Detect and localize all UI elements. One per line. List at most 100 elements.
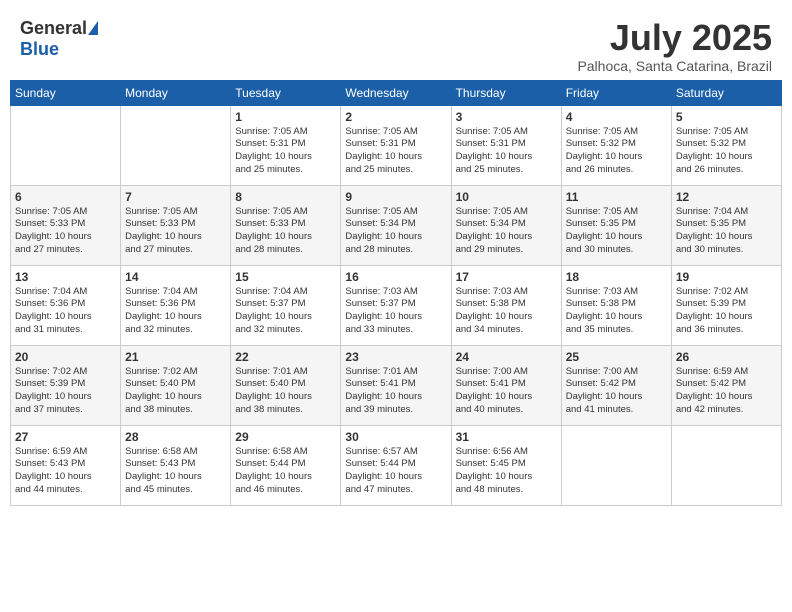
calendar-cell: 27Sunrise: 6:59 AM Sunset: 5:43 PM Dayli…: [11, 425, 121, 505]
calendar-cell: 5 Sunrise: 7:05 AM Sunset: 5:32 PM Daylig…: [671, 105, 781, 185]
day-info: Sunrise: 7:03 AM Sunset: 5:37 PM Dayligh…: [345, 286, 446, 337]
day-info: Sunrise: 7:04 AM Sunset: 5:36 PM Dayligh…: [15, 286, 116, 337]
calendar-cell: 14 Sunrise: 7:04 AM Sunset: 5:36 PM Dayli…: [121, 265, 231, 345]
day-info: Sunrise: 7:05 AM Sunset: 5:31 PM Dayligh…: [235, 126, 336, 177]
day-info: Sunrise: 7:05 AM Sunset: 5:33 PM Dayligh…: [125, 206, 226, 257]
day-number: 21: [125, 350, 226, 364]
calendar-cell: 13 Sunrise: 7:04 AM Sunset: 5:36 PM Dayli…: [11, 265, 121, 345]
day-info: Sunrise: 7:05 AM Sunset: 5:33 PM Dayligh…: [235, 206, 336, 257]
day-info: Sunrise: 7:00 AM Sunset: 5:41 PM Dayligh…: [456, 366, 557, 417]
day-info: Sunrise: 7:05 AM Sunset: 5:31 PM Dayligh…: [456, 126, 557, 177]
weekday-header-row: SundayMondayTuesdayWednesdayThursdayFrid…: [11, 80, 782, 105]
day-info: Sunrise: 6:59 AM Sunset: 5:42 PM Dayligh…: [676, 366, 777, 417]
day-info: Sunrise: 7:01 AM Sunset: 5:40 PM Dayligh…: [235, 366, 336, 417]
day-info: Sunrise: 7:04 AM Sunset: 5:37 PM Dayligh…: [235, 286, 336, 337]
day-info: Sunrise: 7:02 AM Sunset: 5:40 PM Dayligh…: [125, 366, 226, 417]
day-info: Sunrise: 7:05 AM Sunset: 5:34 PM Dayligh…: [345, 206, 446, 257]
calendar-cell: 10 Sunrise: 7:05 AM Sunset: 5:34 PM Dayli…: [451, 185, 561, 265]
day-number: 19: [676, 270, 777, 284]
calendar-cell: 17Sunrise: 7:03 AM Sunset: 5:38 PM Dayli…: [451, 265, 561, 345]
week-row-3: 13 Sunrise: 7:04 AM Sunset: 5:36 PM Dayli…: [11, 265, 782, 345]
day-number: 4: [566, 110, 667, 124]
calendar-cell: [121, 105, 231, 185]
day-number: 8: [235, 190, 336, 204]
day-number: 23: [345, 350, 446, 364]
logo: General Blue: [20, 18, 98, 60]
day-info: Sunrise: 7:00 AM Sunset: 5:42 PM Dayligh…: [566, 366, 667, 417]
day-number: 26: [676, 350, 777, 364]
calendar-cell: 19 Sunrise: 7:02 AM Sunset: 5:39 PM Dayli…: [671, 265, 781, 345]
day-number: 16: [345, 270, 446, 284]
weekday-header-saturday: Saturday: [671, 80, 781, 105]
day-number: 3: [456, 110, 557, 124]
day-info: Sunrise: 6:58 AM Sunset: 5:44 PM Dayligh…: [235, 446, 336, 497]
day-number: 1: [235, 110, 336, 124]
day-info: Sunrise: 7:02 AM Sunset: 5:39 PM Dayligh…: [15, 366, 116, 417]
day-info: Sunrise: 6:58 AM Sunset: 5:43 PM Dayligh…: [125, 446, 226, 497]
weekday-header-monday: Monday: [121, 80, 231, 105]
calendar-cell: [671, 425, 781, 505]
calendar-table: SundayMondayTuesdayWednesdayThursdayFrid…: [10, 80, 782, 506]
weekday-header-friday: Friday: [561, 80, 671, 105]
calendar-cell: 23Sunrise: 7:01 AM Sunset: 5:41 PM Dayli…: [341, 345, 451, 425]
weekday-header-thursday: Thursday: [451, 80, 561, 105]
location-title: Palhoca, Santa Catarina, Brazil: [577, 58, 772, 74]
logo-blue-text: Blue: [20, 39, 59, 59]
day-number: 11: [566, 190, 667, 204]
day-number: 10: [456, 190, 557, 204]
calendar-cell: 11 Sunrise: 7:05 AM Sunset: 5:35 PM Dayli…: [561, 185, 671, 265]
calendar-cell: 12 Sunrise: 7:04 AM Sunset: 5:35 PM Dayli…: [671, 185, 781, 265]
calendar-cell: 21 Sunrise: 7:02 AM Sunset: 5:40 PM Dayli…: [121, 345, 231, 425]
calendar-cell: 26 Sunrise: 6:59 AM Sunset: 5:42 PM Dayli…: [671, 345, 781, 425]
week-row-4: 20Sunrise: 7:02 AM Sunset: 5:39 PM Dayli…: [11, 345, 782, 425]
day-number: 22: [235, 350, 336, 364]
day-info: Sunrise: 6:57 AM Sunset: 5:44 PM Dayligh…: [345, 446, 446, 497]
day-info: Sunrise: 7:05 AM Sunset: 5:32 PM Dayligh…: [676, 126, 777, 177]
week-row-1: 1 Sunrise: 7:05 AM Sunset: 5:31 PM Daylig…: [11, 105, 782, 185]
day-number: 29: [235, 430, 336, 444]
calendar-cell: 28 Sunrise: 6:58 AM Sunset: 5:43 PM Dayli…: [121, 425, 231, 505]
calendar-cell: 6 Sunrise: 7:05 AM Sunset: 5:33 PM Daylig…: [11, 185, 121, 265]
day-number: 2: [345, 110, 446, 124]
day-info: Sunrise: 7:05 AM Sunset: 5:32 PM Dayligh…: [566, 126, 667, 177]
weekday-header-sunday: Sunday: [11, 80, 121, 105]
day-info: Sunrise: 7:04 AM Sunset: 5:35 PM Dayligh…: [676, 206, 777, 257]
calendar-cell: 16 Sunrise: 7:03 AM Sunset: 5:37 PM Dayli…: [341, 265, 451, 345]
calendar-cell: 25Sunrise: 7:00 AM Sunset: 5:42 PM Dayli…: [561, 345, 671, 425]
day-number: 12: [676, 190, 777, 204]
day-number: 31: [456, 430, 557, 444]
day-info: Sunrise: 6:59 AM Sunset: 5:43 PM Dayligh…: [15, 446, 116, 497]
day-info: Sunrise: 7:03 AM Sunset: 5:38 PM Dayligh…: [566, 286, 667, 337]
day-info: Sunrise: 7:05 AM Sunset: 5:33 PM Dayligh…: [15, 206, 116, 257]
day-number: 13: [15, 270, 116, 284]
day-info: Sunrise: 7:03 AM Sunset: 5:38 PM Dayligh…: [456, 286, 557, 337]
calendar-cell: 29 Sunrise: 6:58 AM Sunset: 5:44 PM Dayli…: [231, 425, 341, 505]
day-number: 7: [125, 190, 226, 204]
title-block: July 2025 Palhoca, Santa Catarina, Brazi…: [577, 18, 772, 74]
calendar-cell: 15Sunrise: 7:04 AM Sunset: 5:37 PM Dayli…: [231, 265, 341, 345]
day-info: Sunrise: 7:04 AM Sunset: 5:36 PM Dayligh…: [125, 286, 226, 337]
day-number: 18: [566, 270, 667, 284]
month-title: July 2025: [577, 18, 772, 58]
day-number: 30: [345, 430, 446, 444]
day-info: Sunrise: 7:05 AM Sunset: 5:34 PM Dayligh…: [456, 206, 557, 257]
day-number: 14: [125, 270, 226, 284]
day-number: 28: [125, 430, 226, 444]
day-number: 5: [676, 110, 777, 124]
calendar-cell: 7 Sunrise: 7:05 AM Sunset: 5:33 PM Daylig…: [121, 185, 231, 265]
logo-triangle-icon: [88, 21, 98, 35]
day-info: Sunrise: 7:05 AM Sunset: 5:35 PM Dayligh…: [566, 206, 667, 257]
day-info: Sunrise: 7:02 AM Sunset: 5:39 PM Dayligh…: [676, 286, 777, 337]
calendar-cell: [11, 105, 121, 185]
day-info: Sunrise: 7:05 AM Sunset: 5:31 PM Dayligh…: [345, 126, 446, 177]
day-number: 9: [345, 190, 446, 204]
calendar-cell: 30 Sunrise: 6:57 AM Sunset: 5:44 PM Dayli…: [341, 425, 451, 505]
week-row-2: 6 Sunrise: 7:05 AM Sunset: 5:33 PM Daylig…: [11, 185, 782, 265]
calendar-cell: 31Sunrise: 6:56 AM Sunset: 5:45 PM Dayli…: [451, 425, 561, 505]
weekday-header-wednesday: Wednesday: [341, 80, 451, 105]
calendar-cell: 3 Sunrise: 7:05 AM Sunset: 5:31 PM Daylig…: [451, 105, 561, 185]
calendar-cell: 24Sunrise: 7:00 AM Sunset: 5:41 PM Dayli…: [451, 345, 561, 425]
calendar-cell: 20Sunrise: 7:02 AM Sunset: 5:39 PM Dayli…: [11, 345, 121, 425]
week-row-5: 27Sunrise: 6:59 AM Sunset: 5:43 PM Dayli…: [11, 425, 782, 505]
day-number: 6: [15, 190, 116, 204]
